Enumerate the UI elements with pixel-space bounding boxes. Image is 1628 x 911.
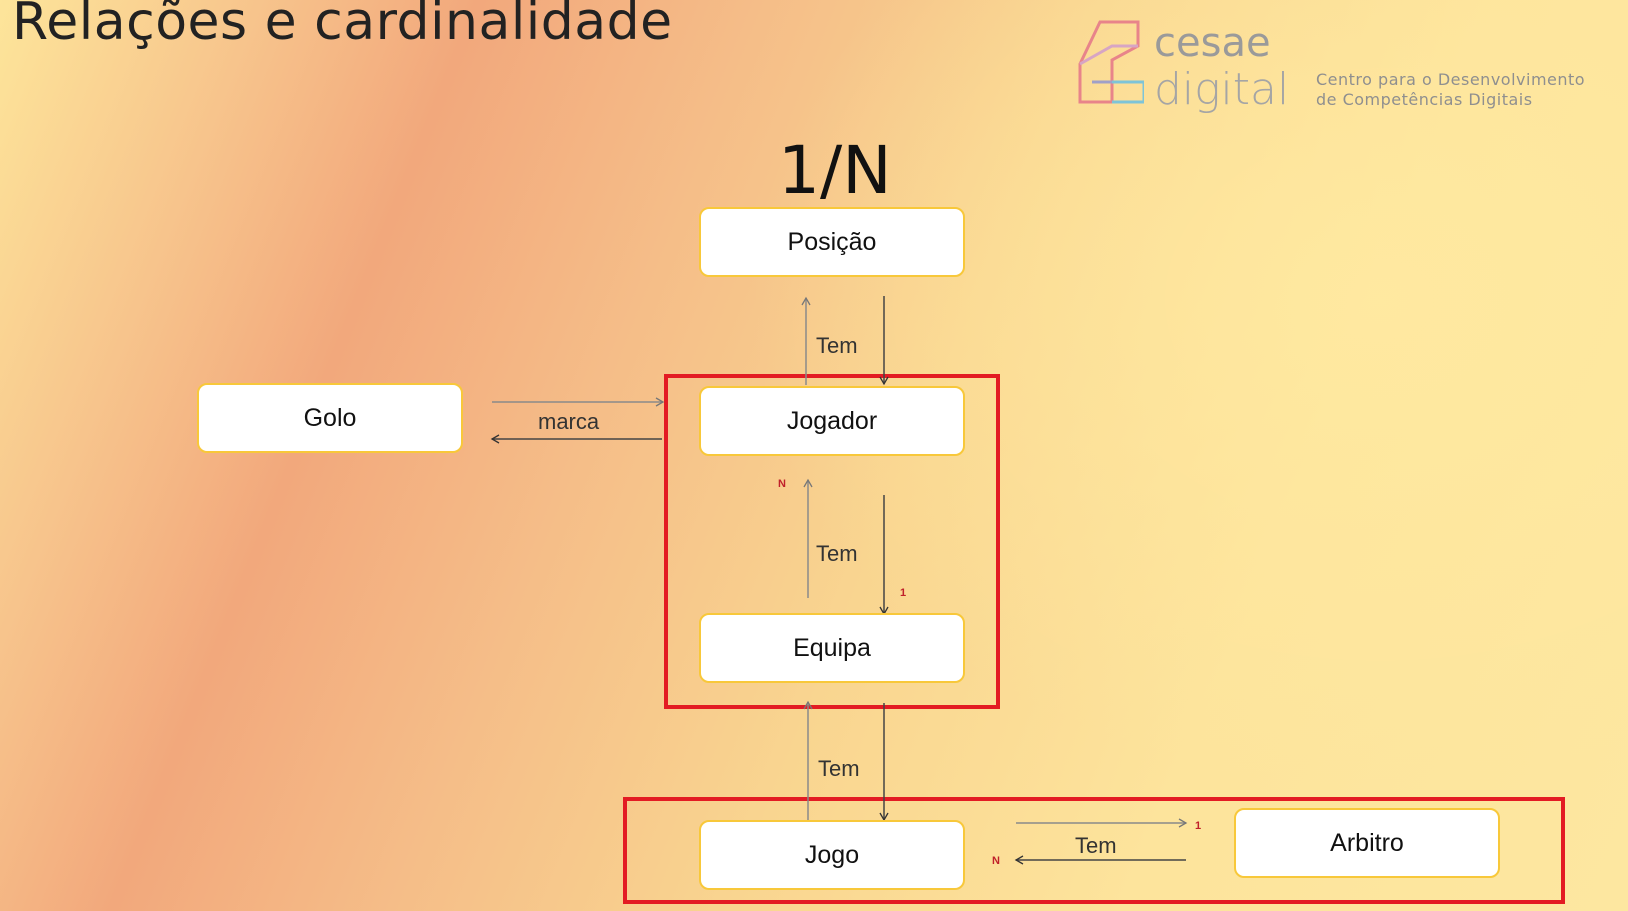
cardinality-jogador-n: N [778, 478, 786, 490]
entity-golo: Golo [197, 383, 463, 453]
relation-label-golo-jogador: marca [538, 409, 600, 434]
relation-label-posicao-jogador: Tem [816, 333, 858, 358]
relation-label-jogo-arbitro: Tem [1075, 833, 1117, 858]
relation-label-equipa-jogo: Tem [818, 756, 860, 781]
relation-label-jogador-equipa: Tem [816, 541, 858, 566]
entity-equipa: Equipa [699, 613, 965, 683]
entity-jogador: Jogador [699, 386, 965, 456]
entity-jogo: Jogo [699, 820, 965, 890]
entity-arbitro: Arbitro [1234, 808, 1500, 878]
cardinality-equipa-1: 1 [900, 587, 907, 599]
entity-posicao: Posição [699, 207, 965, 277]
cardinality-jogo-n: N [992, 855, 1000, 867]
cardinality-arbitro-1: 1 [1195, 820, 1202, 832]
